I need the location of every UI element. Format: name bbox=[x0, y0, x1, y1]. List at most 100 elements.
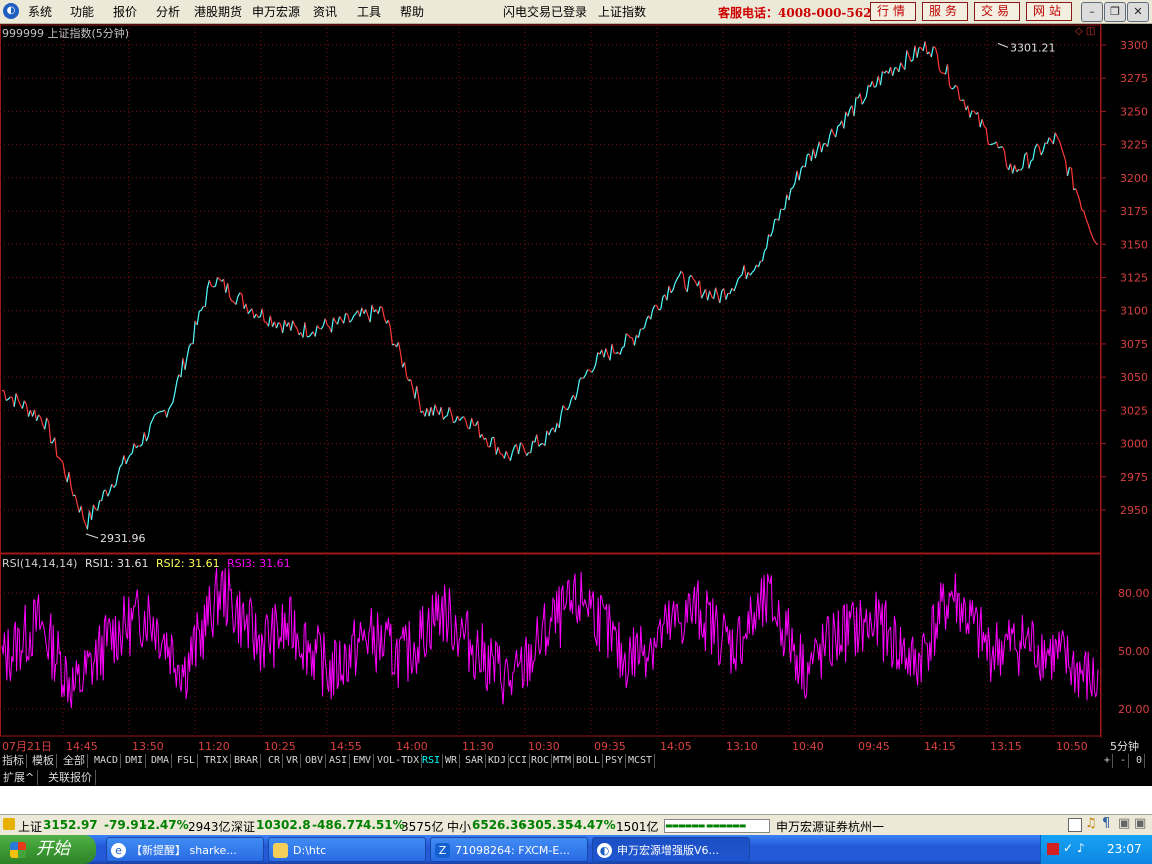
price-segment bbox=[1056, 136, 1060, 141]
trade-button[interactable]: 交易 bbox=[974, 2, 1020, 21]
tab-mcst[interactable]: MCST bbox=[626, 754, 656, 768]
price-segment bbox=[865, 84, 869, 97]
price-segment bbox=[404, 362, 408, 377]
tab-sar[interactable]: SAR bbox=[463, 754, 487, 768]
zoom-in-button[interactable]: + bbox=[1102, 754, 1114, 768]
tab-expand[interactable]: 扩展^ bbox=[0, 770, 39, 785]
task-trading-app[interactable]: ◐ 申万宏源增强版V6... bbox=[592, 837, 750, 862]
price-segment bbox=[15, 393, 19, 401]
price-segment bbox=[568, 398, 572, 407]
price-segment bbox=[524, 450, 528, 456]
tab-brar[interactable]: BRAR bbox=[232, 754, 262, 768]
rsi-legend-name: RSI(14,14,14) bbox=[2, 557, 78, 570]
minimize-icon[interactable]: – bbox=[1081, 2, 1103, 22]
price-segment bbox=[231, 300, 235, 303]
menu-help[interactable]: 帮助 bbox=[400, 3, 424, 20]
tray-flag-icon[interactable] bbox=[1047, 843, 1059, 855]
price-segment bbox=[1058, 140, 1062, 148]
menu-system[interactable]: 系统 bbox=[28, 3, 52, 20]
price-segment bbox=[792, 182, 796, 188]
status-lock2-icon[interactable]: ▣ bbox=[1118, 816, 1130, 831]
task-chat[interactable]: Z 71098264: FXCM-E... bbox=[430, 837, 588, 862]
price-segment bbox=[497, 446, 501, 454]
tab-cci[interactable]: CCI bbox=[507, 754, 531, 768]
tab-dmi[interactable]: DMI bbox=[123, 754, 147, 768]
price-segment bbox=[908, 55, 912, 62]
tab-模板[interactable]: 模板 bbox=[30, 754, 57, 768]
price-segment bbox=[990, 143, 993, 146]
menu-analysis[interactable]: 分析 bbox=[156, 3, 180, 20]
price-segment bbox=[591, 369, 595, 373]
price-tick-label: 3225 bbox=[1120, 139, 1148, 152]
tab-fsl[interactable]: FSL bbox=[175, 754, 199, 768]
time-label: 14:55 bbox=[330, 740, 362, 753]
price-segment bbox=[275, 322, 280, 329]
tray-network-icon[interactable]: ✓ bbox=[1063, 841, 1073, 855]
tab-boll[interactable]: BOLL bbox=[574, 754, 604, 768]
sz-change: -486.77 bbox=[312, 818, 364, 832]
service-button[interactable]: 服务 bbox=[922, 2, 968, 21]
tab-vr[interactable]: VR bbox=[284, 754, 302, 768]
tab-macd[interactable]: MACD bbox=[92, 754, 122, 768]
price-segment bbox=[214, 277, 219, 287]
zoom-out-button[interactable]: - bbox=[1118, 754, 1130, 768]
price-segment bbox=[753, 264, 757, 271]
status-bell-icon[interactable]: ♫ bbox=[1085, 816, 1097, 831]
tab-psy[interactable]: PSY bbox=[603, 754, 627, 768]
browser-icon: e bbox=[111, 843, 126, 858]
tab-asi[interactable]: ASI bbox=[327, 754, 351, 768]
price-segment bbox=[686, 277, 690, 292]
status-window-icon[interactable] bbox=[1068, 818, 1082, 832]
restore-icon[interactable]: ❐ bbox=[1104, 2, 1126, 22]
tab-roc[interactable]: ROC bbox=[529, 754, 553, 768]
price-segment bbox=[410, 379, 414, 389]
price-panel-frame bbox=[0, 24, 1101, 554]
tab-related-quotes[interactable]: 关联报价 bbox=[45, 770, 96, 785]
tab-obv[interactable]: OBV bbox=[303, 754, 327, 768]
tab-全部[interactable]: 全部 bbox=[61, 754, 88, 768]
price-segment bbox=[316, 325, 320, 329]
tab-指标[interactable]: 指标 bbox=[0, 754, 27, 768]
tab-emv[interactable]: EMV bbox=[351, 754, 375, 768]
task-browser[interactable]: e 【新提醒】 sharke... bbox=[106, 837, 264, 862]
price-segment bbox=[538, 443, 542, 447]
tab-rsi[interactable]: RSI bbox=[420, 754, 444, 768]
reset-button[interactable]: 0 bbox=[1134, 754, 1146, 768]
tab-kdj[interactable]: KDJ bbox=[486, 754, 510, 768]
price-segment bbox=[1085, 217, 1089, 224]
menu-quote[interactable]: 报价 bbox=[113, 3, 137, 20]
price-segment bbox=[38, 414, 42, 418]
menu-news[interactable]: 资讯 bbox=[313, 3, 337, 20]
rsi-tick-label: 80.00 bbox=[1118, 587, 1150, 600]
start-button[interactable]: 开始 bbox=[0, 835, 96, 864]
rsi-tick-label: 20.00 bbox=[1118, 703, 1150, 716]
menu-tools[interactable]: 工具 bbox=[357, 3, 381, 20]
menu-function[interactable]: 功能 bbox=[70, 3, 94, 20]
task-folder-label: D:\htc bbox=[293, 844, 327, 857]
price-segment bbox=[566, 406, 570, 411]
price-segment bbox=[587, 369, 590, 371]
tab-cr[interactable]: CR bbox=[266, 754, 284, 768]
close-icon[interactable]: ✕ bbox=[1127, 2, 1149, 22]
tab-mtm[interactable]: MTM bbox=[551, 754, 575, 768]
status-printer-icon[interactable]: ▣ bbox=[1134, 816, 1146, 831]
sh-amount: 2943亿 bbox=[188, 820, 231, 834]
price-segment bbox=[536, 434, 540, 447]
website-button[interactable]: 网站 bbox=[1026, 2, 1072, 21]
kline-chart[interactable]: 3300 3275 3250 3225 3200 3175 3150 3125 3100 3075… bbox=[0, 24, 1152, 754]
price-segment bbox=[117, 466, 121, 476]
price-segment bbox=[213, 285, 216, 288]
tab-dma[interactable]: DMA bbox=[149, 754, 173, 768]
task-folder[interactable]: D:\htc bbox=[268, 837, 426, 862]
sz-value: 10302.8 bbox=[256, 818, 311, 832]
quote-button[interactable]: 行情 bbox=[870, 2, 916, 21]
tab-wr[interactable]: WR bbox=[443, 754, 461, 768]
tab-vol-tdx[interactable]: VOL-TDX bbox=[375, 754, 423, 768]
chart-corner-icon[interactable]: ◇ ◫ bbox=[1075, 26, 1095, 37]
tray-speaker-icon[interactable]: ♪ bbox=[1077, 841, 1085, 855]
menu-hk-futures[interactable]: 港股期货 bbox=[194, 3, 242, 20]
price-segment bbox=[459, 417, 463, 422]
menu-swhy[interactable]: 申万宏源 bbox=[252, 3, 300, 20]
price-segment bbox=[296, 327, 300, 335]
tab-trix[interactable]: TRIX bbox=[202, 754, 232, 768]
